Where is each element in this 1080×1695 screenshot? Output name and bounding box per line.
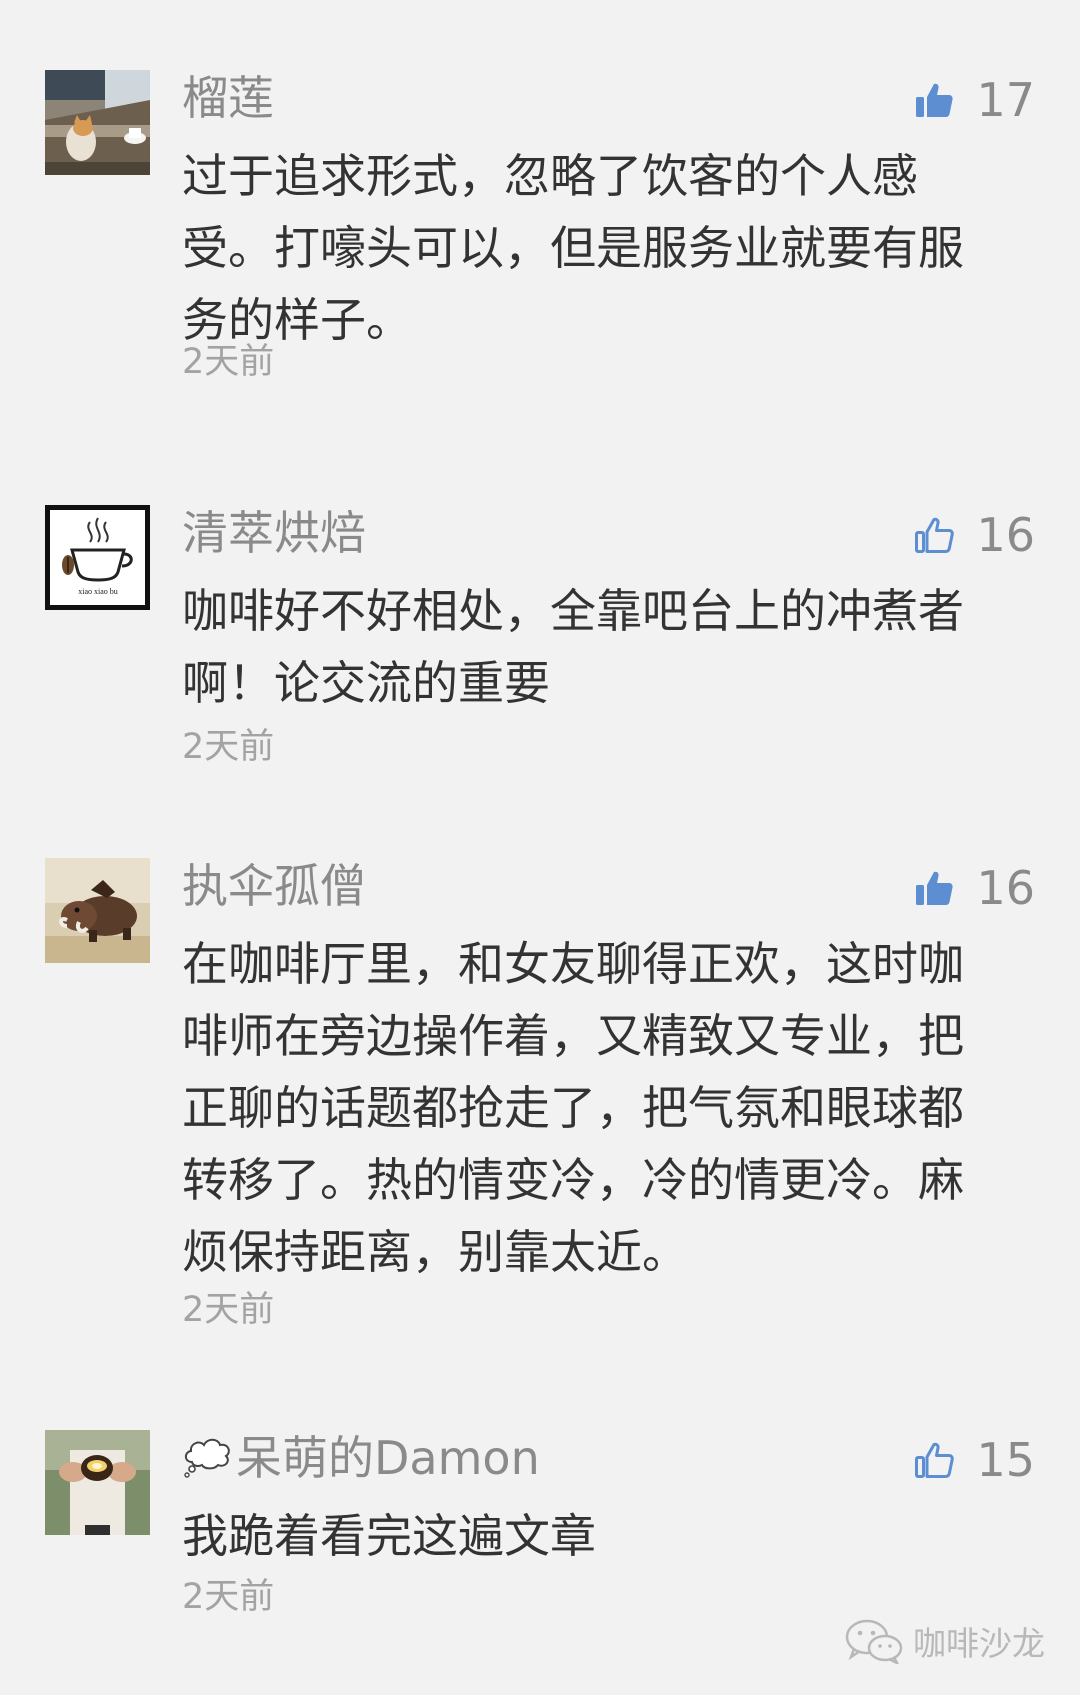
comment-item: 执伞孤僧 16 在咖啡厅里，和女友聊得正欢，这时咖啡师在旁边操作着，又精致又专业… [0, 858, 1080, 1338]
nickname[interactable]: 呆萌的Damon [182, 1428, 540, 1488]
wechat-icon [845, 1619, 903, 1664]
thumbs-up-filled-icon [916, 871, 954, 905]
like-count: 15 [976, 1433, 1035, 1487]
watermark: 咖啡沙龙 [845, 1617, 1045, 1665]
like-count: 16 [976, 861, 1035, 915]
timestamp: 2天前 [182, 1577, 275, 1617]
like-button[interactable]: 16 [914, 858, 1035, 918]
avatar[interactable] [45, 70, 150, 175]
like-count: 17 [976, 73, 1035, 127]
avatar[interactable]: xiao xiao bu [45, 505, 150, 610]
hands-cup-photo [45, 1430, 150, 1535]
watermark-text: 咖啡沙龙 [913, 1624, 1045, 1663]
timestamp: 2天前 [182, 727, 275, 767]
like-button[interactable]: 17 [914, 70, 1035, 130]
nickname-text: 呆萌的Damon [236, 1431, 540, 1485]
nickname[interactable]: 榴莲 [182, 68, 274, 128]
avatar[interactable] [45, 1430, 150, 1535]
comment-text: 咖啡好不好相处，全靠吧台上的冲煮者啊！论交流的重要 [182, 584, 964, 710]
coffee-logo: xiao xiao bu [50, 510, 145, 605]
cat-cafe-photo [45, 70, 150, 175]
comment-item: 榴莲 17 过于追求形式，忽略了饮客的个人感受。打嚎头可以，但是服务业就要有服务… [0, 70, 1080, 390]
thumbs-up-outline-icon [915, 517, 955, 553]
logo-caption: xiao xiao bu [78, 587, 118, 596]
like-button[interactable]: 15 [914, 1430, 1035, 1490]
comment-item: 呆萌的Damon 15 我跪着看完这遍文章 2天前 [0, 1430, 1080, 1630]
comment-text: 我跪着看完这遍文章 [182, 1509, 596, 1563]
comment-text: 过于追求形式，忽略了饮客的个人感受。打嚎头可以，但是服务业就要有服务的样子。 [182, 149, 964, 347]
like-button[interactable]: 16 [914, 505, 1035, 565]
timestamp: 2天前 [182, 1290, 275, 1330]
warthog-toy-photo [45, 858, 150, 963]
like-count: 16 [976, 508, 1035, 562]
comment-item: xiao xiao bu 清萃烘焙 16 咖啡好不好相处，全靠吧台上的冲煮者啊！… [0, 503, 1080, 767]
nickname[interactable]: 清萃烘焙 [182, 503, 366, 563]
thumbs-up-outline-icon [915, 1442, 955, 1478]
timestamp: 2天前 [182, 342, 275, 382]
thought-bubble-icon [184, 1438, 230, 1478]
thumbs-up-filled-icon [916, 83, 954, 117]
comment-text: 在咖啡厅里，和女友聊得正欢，这时咖啡师在旁边操作着，又精致又专业，把正聊的话题都… [182, 937, 964, 1279]
avatar[interactable] [45, 858, 150, 963]
nickname[interactable]: 执伞孤僧 [182, 856, 366, 916]
